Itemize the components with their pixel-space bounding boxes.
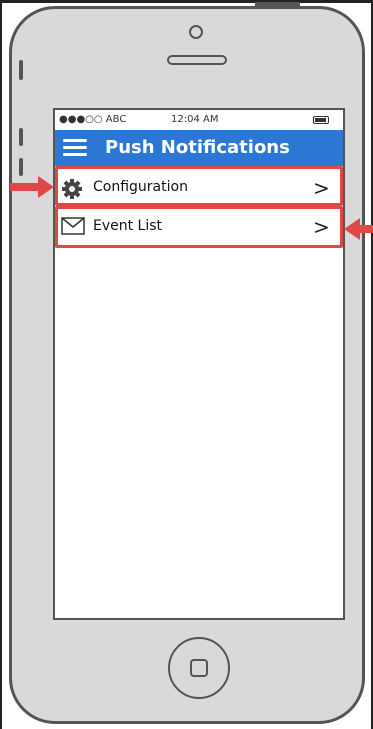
highlight-box-event-list <box>55 206 343 248</box>
front-camera <box>189 25 203 39</box>
page-title: Push Notifications <box>105 137 290 158</box>
home-button-square-icon <box>190 659 208 677</box>
mute-switch <box>19 60 23 80</box>
volume-down-button <box>19 158 23 176</box>
earpiece-speaker <box>167 55 227 65</box>
hamburger-menu-icon[interactable] <box>63 139 87 157</box>
document-frame-top <box>0 0 373 3</box>
document-frame-left <box>0 0 2 729</box>
battery-icon <box>313 116 329 124</box>
volume-up-button <box>19 128 23 146</box>
highlight-box-configuration <box>55 166 343 206</box>
arrow-left-icon <box>344 218 373 240</box>
carrier-signal: ●●●○○ ABC <box>59 114 127 125</box>
arrow-right-icon <box>10 176 54 198</box>
status-bar: ●●●○○ ABC 12:04 AM <box>55 110 343 130</box>
navigation-bar: Push Notifications <box>55 130 343 166</box>
status-time: 12:04 AM <box>171 114 219 125</box>
